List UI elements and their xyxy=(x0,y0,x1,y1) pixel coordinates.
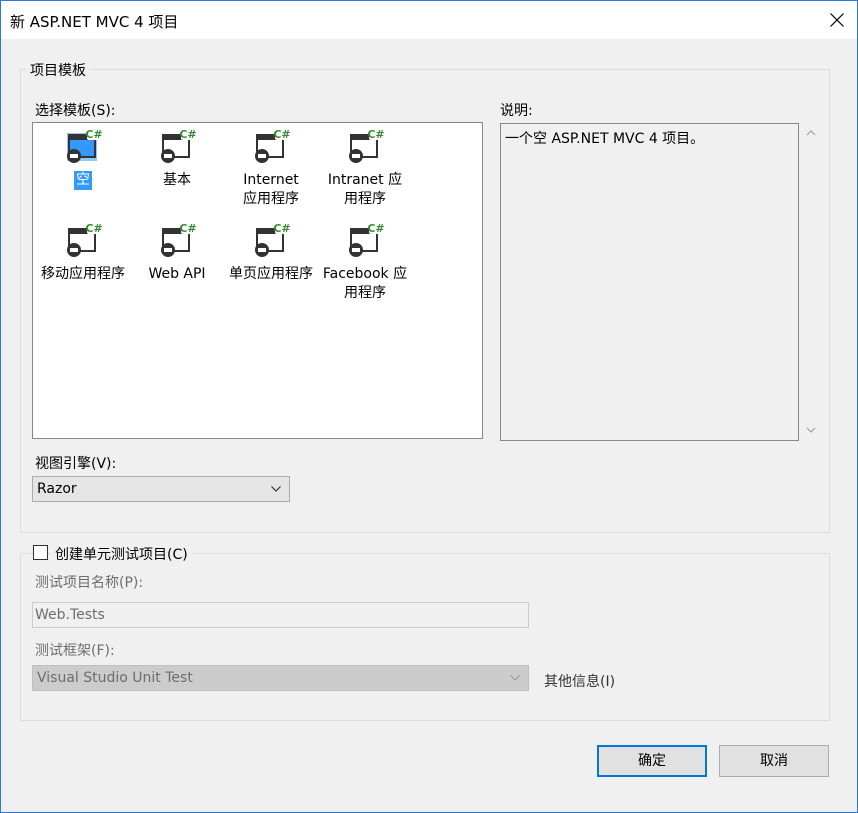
template-list[interactable]: C# 空 C# 基本 C# Internet 应用程序 C# Intranet 应用程序 C# 移… xyxy=(32,122,483,439)
svg-text:C#: C# xyxy=(179,222,196,235)
chevron-down-icon xyxy=(271,486,281,492)
view-engine-value: Razor xyxy=(37,481,77,497)
description-box: 一个空 ASP.NET MVC 4 项目。 xyxy=(500,123,799,441)
empty-project-icon: C# xyxy=(67,128,103,163)
project-template-group-label: 项目模板 xyxy=(26,60,90,80)
test-framework-label: 测试框架(F): xyxy=(35,643,115,659)
template-item[interactable]: C# 移动应用程序 xyxy=(35,221,131,284)
svg-text:C#: C# xyxy=(273,128,290,141)
description-text: 一个空 ASP.NET MVC 4 项目。 xyxy=(505,131,705,147)
svg-text:C#: C# xyxy=(273,222,290,235)
more-info-link[interactable]: 其他信息(I) xyxy=(544,671,615,691)
new-project-dialog: 新 ASP.NET MVC 4 项目 项目模板 选择模板(S): C# 空 C# 基本… xyxy=(0,0,858,813)
template-item-label: Facebook 应用程序 xyxy=(322,266,408,301)
view-engine-select[interactable]: Razor xyxy=(32,476,290,502)
view-engine-label: 视图引擎(V): xyxy=(35,456,117,472)
test-project-name-input[interactable]: Web.Tests xyxy=(32,602,529,628)
dialog-title: 新 ASP.NET MVC 4 项目 xyxy=(10,13,179,31)
svg-text:C#: C# xyxy=(367,128,384,141)
template-item[interactable]: C# Internet 应用程序 xyxy=(223,127,319,209)
template-item-label: 单页应用程序 xyxy=(229,266,313,282)
svg-text:C#: C# xyxy=(367,222,384,235)
description-label: 说明: xyxy=(500,103,533,119)
create-unit-test-checkbox[interactable] xyxy=(33,545,48,560)
template-item-label: Internet 应用程序 xyxy=(243,172,299,207)
web-api-icon: C# xyxy=(161,222,197,257)
template-item-label: Intranet 应用程序 xyxy=(327,172,403,207)
close-icon xyxy=(830,13,844,27)
template-item[interactable]: C# Facebook 应用程序 xyxy=(317,221,413,303)
create-unit-test-label[interactable]: 创建单元测试项目(C) xyxy=(51,544,192,564)
scroll-up-icon[interactable] xyxy=(806,128,816,138)
template-item[interactable]: C# Web API xyxy=(129,221,225,284)
facebook-app-icon: C# xyxy=(349,222,385,257)
cancel-button[interactable]: 取消 xyxy=(719,745,829,777)
test-project-name-label: 测试项目名称(P): xyxy=(35,575,144,591)
template-item-label: Web API xyxy=(148,266,206,282)
single-page-app-icon: C# xyxy=(255,222,291,257)
chevron-down-icon xyxy=(510,675,520,681)
intranet-app-icon: C# xyxy=(349,128,385,163)
test-framework-select[interactable]: Visual Studio Unit Test xyxy=(32,665,529,691)
title-bar: 新 ASP.NET MVC 4 项目 xyxy=(1,1,857,39)
scroll-down-icon[interactable] xyxy=(806,425,816,435)
mobile-app-icon: C# xyxy=(67,222,103,257)
svg-text:C#: C# xyxy=(85,128,102,141)
select-template-label: 选择模板(S): xyxy=(35,103,116,119)
template-item-label: 移动应用程序 xyxy=(41,266,125,282)
test-project-name-value: Web.Tests xyxy=(35,607,105,623)
svg-text:C#: C# xyxy=(85,222,102,235)
template-item[interactable]: C# Intranet 应用程序 xyxy=(317,127,413,209)
close-button[interactable] xyxy=(817,1,857,39)
template-item-label: 基本 xyxy=(163,172,191,188)
ok-button[interactable]: 确定 xyxy=(597,745,707,777)
template-item[interactable]: C# 空 xyxy=(35,127,131,190)
template-item-label: 空 xyxy=(74,171,92,190)
internet-app-icon: C# xyxy=(255,128,291,163)
template-item[interactable]: C# 单页应用程序 xyxy=(223,221,319,284)
basic-project-icon: C# xyxy=(161,128,197,163)
template-item[interactable]: C# 基本 xyxy=(129,127,225,190)
test-framework-value: Visual Studio Unit Test xyxy=(37,670,193,686)
svg-text:C#: C# xyxy=(179,128,196,141)
